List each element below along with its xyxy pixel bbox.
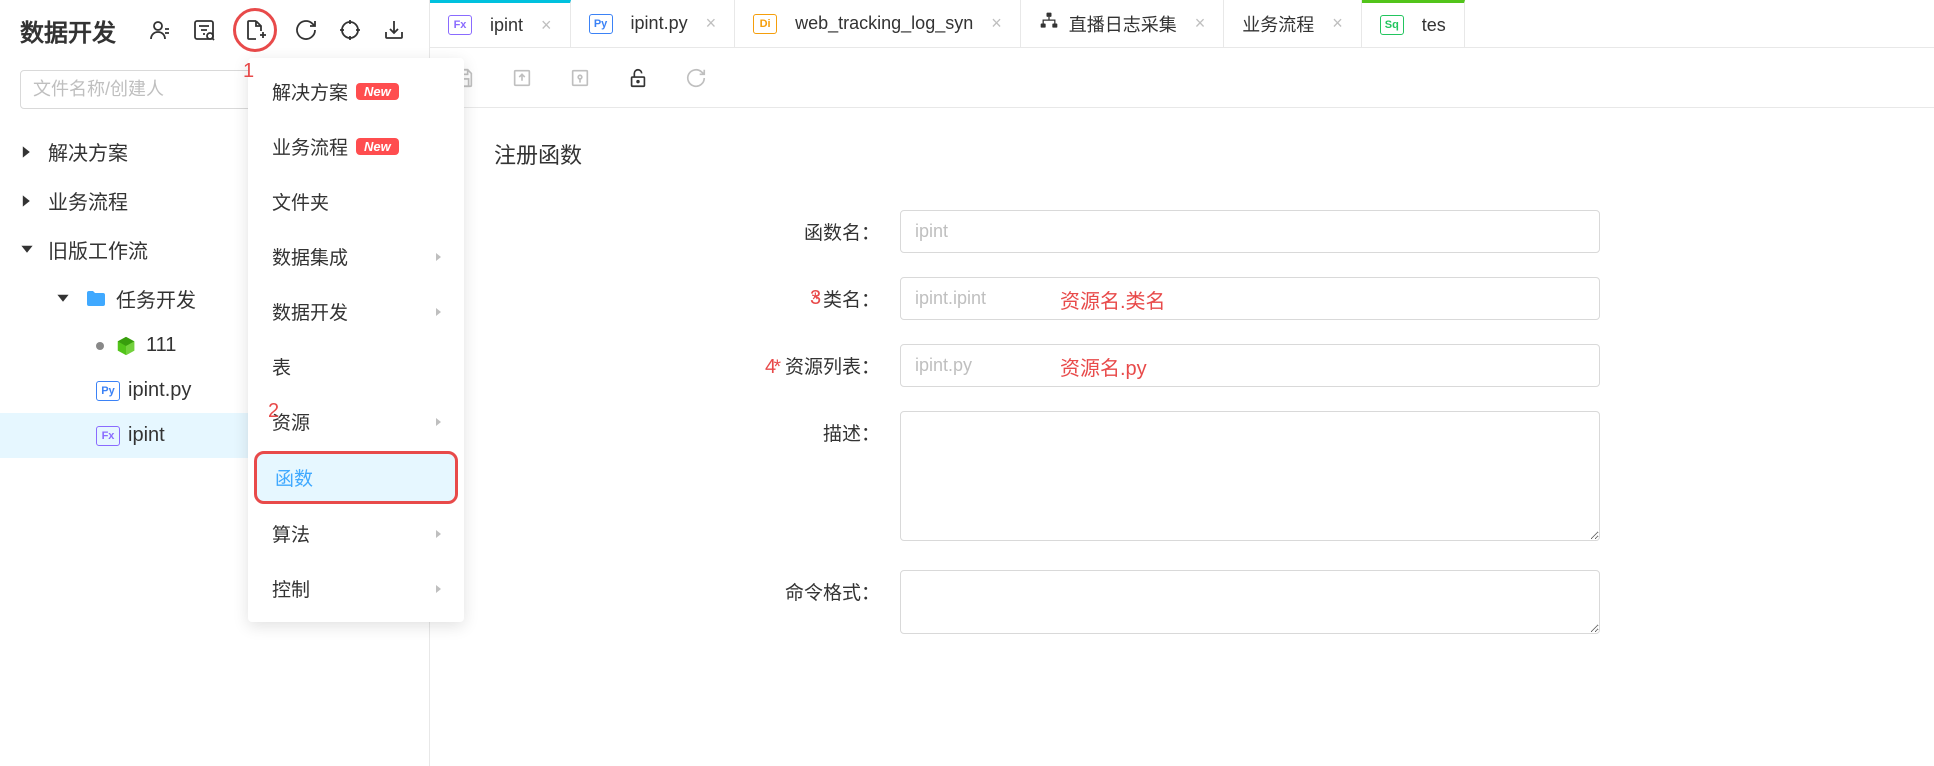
- tab-business-flow[interactable]: 业务流程 ×: [1224, 0, 1362, 47]
- dropdown-item-resource[interactable]: 资源: [248, 394, 464, 449]
- py-badge-icon: Py: [589, 14, 613, 34]
- chevron-right-icon: [434, 411, 444, 433]
- chevron-down-icon: [20, 243, 38, 257]
- dropdown-item-control[interactable]: 控制: [248, 561, 464, 616]
- form-row-class-name: *类名： 资源名.类名 3: [470, 277, 1894, 320]
- close-icon[interactable]: ×: [706, 13, 717, 34]
- new-file-icon[interactable]: [240, 15, 270, 45]
- close-icon[interactable]: ×: [991, 13, 1002, 34]
- fx-badge-icon: Fx: [448, 15, 472, 35]
- form-row-description: 描述：: [470, 411, 1894, 546]
- lock-icon[interactable]: [624, 64, 652, 92]
- sidebar-title: 数据开发: [20, 13, 145, 48]
- annotation-4: 4: [765, 356, 776, 379]
- label-description: 描述：: [470, 411, 900, 446]
- folder-icon: [84, 287, 108, 311]
- tab-ipint-py[interactable]: Py ipint.py ×: [571, 0, 736, 47]
- chevron-right-icon: [434, 523, 444, 545]
- label-resource-list: *资源列表：: [470, 344, 900, 379]
- annotation-3: 3: [810, 287, 821, 310]
- dropdown-item-data-integration[interactable]: 数据集成: [248, 229, 464, 284]
- new-file-highlight: [233, 8, 277, 52]
- reload-icon[interactable]: [682, 64, 710, 92]
- input-class-name[interactable]: [900, 277, 1600, 320]
- sidebar: 数据开发: [0, 0, 430, 766]
- input-resource-list[interactable]: [900, 344, 1600, 387]
- sq-badge-icon: Sq: [1380, 15, 1404, 35]
- input-description[interactable]: [900, 411, 1600, 541]
- tab-ipint[interactable]: Fx ipint ×: [430, 0, 571, 47]
- dropdown-item-folder[interactable]: 文件夹: [248, 174, 464, 229]
- close-icon[interactable]: ×: [1195, 13, 1206, 34]
- chevron-right-icon: [20, 194, 38, 208]
- workflow-icon: [1039, 11, 1059, 36]
- close-icon[interactable]: ×: [1332, 13, 1343, 34]
- label-function-name: 函数名：: [470, 210, 900, 245]
- dropdown-item-algorithm[interactable]: 算法: [248, 506, 464, 561]
- user-icon[interactable]: [145, 15, 175, 45]
- input-command-format[interactable]: [900, 570, 1600, 634]
- new-file-dropdown: 解决方案 New 业务流程 New 文件夹 数据集成 数据开发 表: [248, 58, 464, 622]
- chevron-right-icon: [434, 246, 444, 268]
- editor-toolbar: [430, 48, 1934, 108]
- refresh-icon[interactable]: [291, 15, 321, 45]
- locate-icon[interactable]: [335, 15, 365, 45]
- fx-badge-icon: Fx: [96, 426, 120, 446]
- tab-web-tracking[interactable]: Di web_tracking_log_syn ×: [735, 0, 1021, 47]
- dropdown-item-data-dev[interactable]: 数据开发: [248, 284, 464, 339]
- form-row-function-name: 函数名：: [470, 210, 1894, 253]
- tab-tes[interactable]: Sq tes: [1362, 0, 1465, 47]
- cube-icon: [114, 334, 138, 358]
- status-dot-icon: [96, 342, 104, 350]
- tabs-bar: Fx ipint × Py ipint.py × Di web_tracking…: [430, 0, 1934, 48]
- chevron-right-icon: [434, 301, 444, 323]
- annotation-2: 2: [268, 400, 279, 423]
- form-row-resource-list: *资源列表： 资源名.py 4: [470, 344, 1894, 387]
- deploy-icon[interactable]: [566, 64, 594, 92]
- chevron-right-icon: [434, 578, 444, 600]
- dropdown-item-function[interactable]: 函数: [254, 451, 458, 504]
- dropdown-item-solution[interactable]: 解决方案 New: [248, 64, 464, 119]
- new-badge: New: [356, 138, 399, 155]
- filter-icon[interactable]: [189, 15, 219, 45]
- submit-icon[interactable]: [508, 64, 536, 92]
- input-function-name[interactable]: [900, 210, 1600, 253]
- main-area: Fx ipint × Py ipint.py × Di web_tracking…: [430, 0, 1934, 766]
- import-icon[interactable]: [379, 15, 409, 45]
- annotation-1: 1: [243, 60, 254, 83]
- di-badge-icon: Di: [753, 14, 777, 34]
- sidebar-toolbar: [145, 8, 409, 52]
- dropdown-item-table[interactable]: 表: [248, 339, 464, 394]
- form-content: 注册函数 函数名： *类名： 资源名.类名 3 *资源列表： 资源名.py 4: [430, 108, 1934, 693]
- close-icon[interactable]: ×: [541, 15, 552, 36]
- dropdown-item-workflow[interactable]: 业务流程 New: [248, 119, 464, 174]
- label-class-name: *类名：: [470, 277, 900, 312]
- tab-live-log[interactable]: 直播日志采集 ×: [1021, 0, 1225, 47]
- section-title: 注册函数: [470, 138, 1894, 170]
- sidebar-header: 数据开发: [0, 0, 429, 60]
- chevron-right-icon: [20, 145, 38, 159]
- chevron-down-icon: [56, 292, 74, 306]
- py-badge-icon: Py: [96, 381, 120, 401]
- form-row-command-format: 命令格式：: [470, 570, 1894, 639]
- new-badge: New: [356, 83, 399, 100]
- label-command-format: 命令格式：: [470, 570, 900, 605]
